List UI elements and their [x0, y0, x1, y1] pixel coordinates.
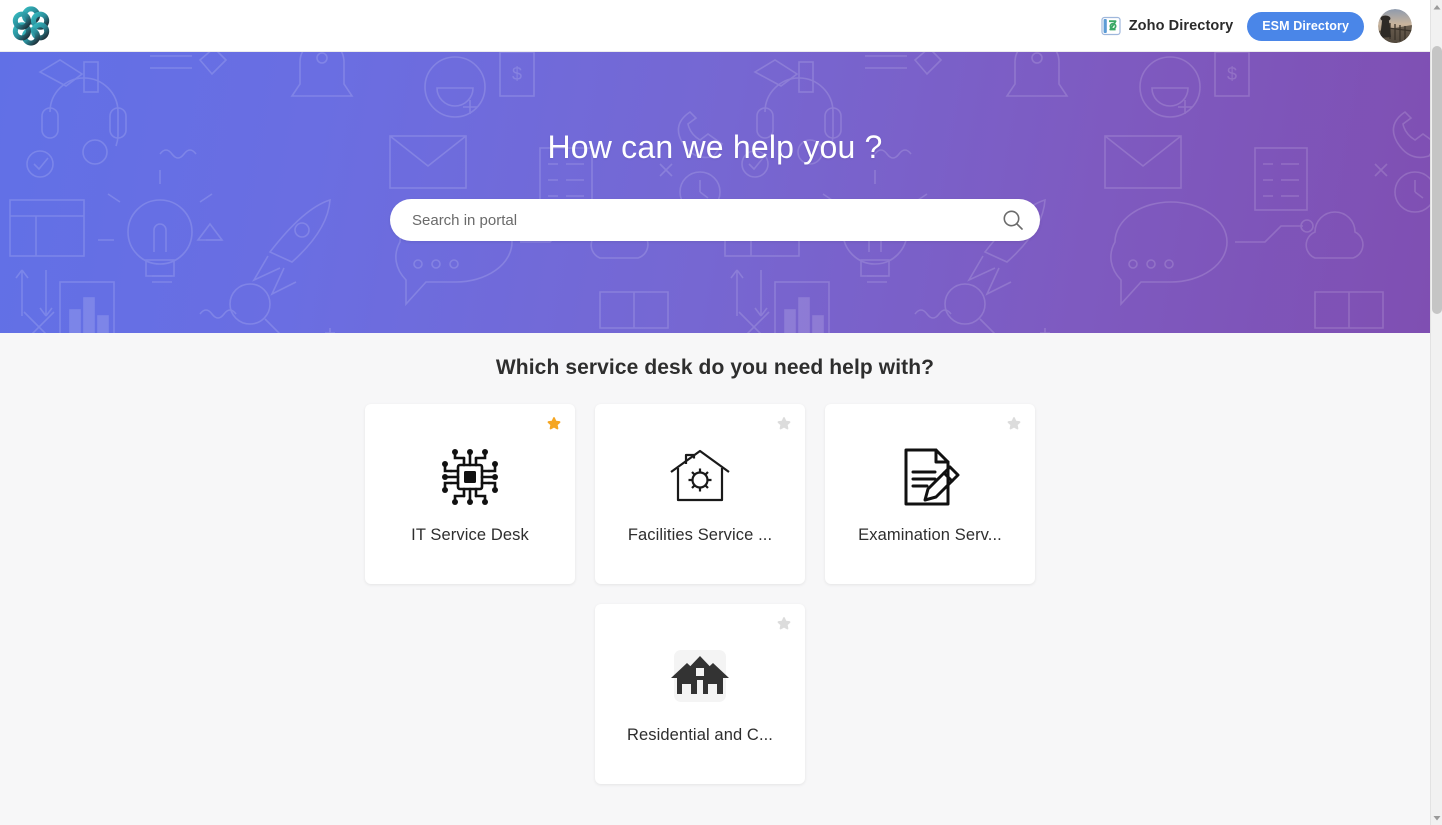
favorite-star-icon[interactable] — [776, 416, 792, 432]
esm-portal-logo[interactable] — [8, 3, 54, 49]
scroll-up-arrow-icon[interactable] — [1431, 0, 1442, 14]
card-icon-wrapper — [439, 446, 501, 508]
service-desk-card-examination[interactable]: Examination Serv... — [825, 404, 1035, 584]
page-title: Which service desk do you need help with… — [495, 356, 935, 379]
card-icon-wrapper — [669, 646, 731, 708]
favorite-star-icon[interactable] — [546, 416, 562, 432]
card-icon-wrapper — [669, 446, 731, 508]
card-label: IT Service Desk — [411, 526, 529, 544]
card-label: Facilities Service ... — [627, 526, 773, 544]
service-desk-card-residential[interactable]: Residential and C... — [595, 604, 805, 784]
house-gear-icon — [670, 449, 730, 502]
hero-banner: $ How can we help you ? Search in portal — [0, 52, 1430, 333]
search-input[interactable] — [412, 211, 992, 229]
avatar-photo — [1378, 9, 1412, 43]
card-label: Residential and C... — [627, 726, 773, 744]
service-desk-section: Which service desk do you need help with… — [0, 333, 1430, 825]
search-button[interactable] — [992, 199, 1034, 241]
card-icon-wrapper — [898, 446, 962, 508]
esm-directory-button[interactable]: ESM Directory — [1247, 11, 1364, 41]
hero-content: How can we help you ? — [0, 52, 1430, 333]
hero-title: How can we help you ? — [547, 129, 883, 165]
top-navigation-bar: Zoho Directory ESM Directory — [0, 0, 1430, 52]
two-houses-icon — [671, 650, 729, 702]
topbar-actions: Zoho Directory ESM Directory — [1101, 0, 1412, 52]
user-avatar[interactable] — [1378, 9, 1412, 43]
zoho-directory-link[interactable]: Zoho Directory — [1101, 16, 1234, 36]
zoho-directory-label: Zoho Directory — [1128, 18, 1234, 34]
document-pencil-icon — [904, 448, 960, 506]
logo-flower-icon — [12, 6, 50, 46]
microchip-icon — [442, 449, 498, 505]
scroll-down-arrow-icon[interactable] — [1431, 811, 1442, 825]
service-desk-portal-page: Zoho Directory ESM Directory $ How can w… — [0, 0, 1442, 825]
portal-search-bar[interactable] — [390, 199, 1040, 241]
zoho-directory-icon — [1101, 16, 1121, 36]
favorite-star-icon[interactable] — [776, 616, 792, 632]
vertical-scrollbar[interactable] — [1430, 0, 1442, 825]
scrollbar-thumb[interactable] — [1432, 46, 1442, 314]
search-icon — [1003, 210, 1023, 230]
service-desk-card-it[interactable]: IT Service Desk — [365, 404, 575, 584]
service-desk-card-grid: IT Service Desk Facilities Service ... E… — [365, 404, 1065, 784]
service-desk-card-facilities[interactable]: Facilities Service ... — [595, 404, 805, 584]
card-label: Examination Serv... — [858, 526, 1002, 544]
favorite-star-icon[interactable] — [1006, 416, 1022, 432]
